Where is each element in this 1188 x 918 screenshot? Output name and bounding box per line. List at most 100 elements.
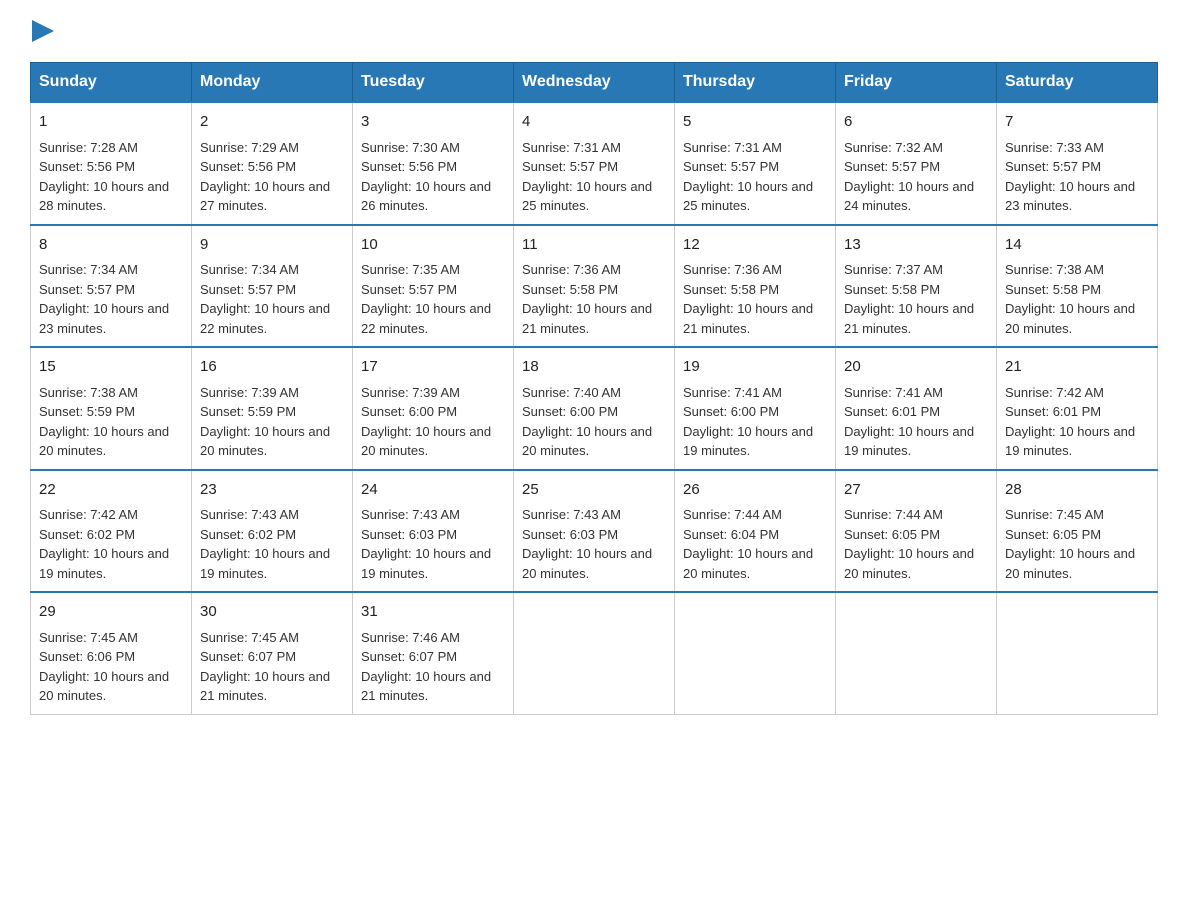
day-info: Sunrise: 7:29 AMSunset: 5:56 PMDaylight:… [200, 140, 330, 214]
day-info: Sunrise: 7:43 AMSunset: 6:03 PMDaylight:… [522, 507, 652, 581]
day-number: 15 [39, 356, 183, 379]
calendar-day-cell: 13 Sunrise: 7:37 AMSunset: 5:58 PMDaylig… [836, 225, 997, 348]
day-info: Sunrise: 7:45 AMSunset: 6:06 PMDaylight:… [39, 630, 169, 704]
calendar-day-cell: 30 Sunrise: 7:45 AMSunset: 6:07 PMDaylig… [192, 592, 353, 714]
day-number: 26 [683, 479, 827, 502]
calendar-header-row: SundayMondayTuesdayWednesdayThursdayFrid… [31, 63, 1158, 103]
day-number: 1 [39, 111, 183, 134]
calendar-day-cell: 29 Sunrise: 7:45 AMSunset: 6:06 PMDaylig… [31, 592, 192, 714]
calendar-day-cell: 18 Sunrise: 7:40 AMSunset: 6:00 PMDaylig… [514, 347, 675, 470]
day-info: Sunrise: 7:39 AMSunset: 6:00 PMDaylight:… [361, 385, 491, 459]
day-info: Sunrise: 7:31 AMSunset: 5:57 PMDaylight:… [683, 140, 813, 214]
day-number: 31 [361, 601, 505, 624]
day-info: Sunrise: 7:28 AMSunset: 5:56 PMDaylight:… [39, 140, 169, 214]
calendar-day-cell: 19 Sunrise: 7:41 AMSunset: 6:00 PMDaylig… [675, 347, 836, 470]
day-info: Sunrise: 7:42 AMSunset: 6:01 PMDaylight:… [1005, 385, 1135, 459]
calendar-day-cell: 11 Sunrise: 7:36 AMSunset: 5:58 PMDaylig… [514, 225, 675, 348]
day-number: 19 [683, 356, 827, 379]
day-number: 10 [361, 234, 505, 257]
day-number: 11 [522, 234, 666, 257]
day-number: 30 [200, 601, 344, 624]
calendar-day-cell: 9 Sunrise: 7:34 AMSunset: 5:57 PMDayligh… [192, 225, 353, 348]
calendar-day-cell: 24 Sunrise: 7:43 AMSunset: 6:03 PMDaylig… [353, 470, 514, 593]
day-info: Sunrise: 7:30 AMSunset: 5:56 PMDaylight:… [361, 140, 491, 214]
day-info: Sunrise: 7:46 AMSunset: 6:07 PMDaylight:… [361, 630, 491, 704]
calendar-day-cell: 25 Sunrise: 7:43 AMSunset: 6:03 PMDaylig… [514, 470, 675, 593]
day-of-week-header: Friday [836, 63, 997, 103]
logo [30, 20, 54, 42]
calendar-day-cell: 8 Sunrise: 7:34 AMSunset: 5:57 PMDayligh… [31, 225, 192, 348]
day-info: Sunrise: 7:38 AMSunset: 5:59 PMDaylight:… [39, 385, 169, 459]
calendar-day-cell: 16 Sunrise: 7:39 AMSunset: 5:59 PMDaylig… [192, 347, 353, 470]
day-number: 29 [39, 601, 183, 624]
day-info: Sunrise: 7:44 AMSunset: 6:04 PMDaylight:… [683, 507, 813, 581]
day-of-week-header: Wednesday [514, 63, 675, 103]
calendar-week-row: 22 Sunrise: 7:42 AMSunset: 6:02 PMDaylig… [31, 470, 1158, 593]
day-info: Sunrise: 7:41 AMSunset: 6:00 PMDaylight:… [683, 385, 813, 459]
day-of-week-header: Monday [192, 63, 353, 103]
day-number: 8 [39, 234, 183, 257]
day-number: 3 [361, 111, 505, 134]
calendar-day-cell: 31 Sunrise: 7:46 AMSunset: 6:07 PMDaylig… [353, 592, 514, 714]
calendar-day-cell: 15 Sunrise: 7:38 AMSunset: 5:59 PMDaylig… [31, 347, 192, 470]
day-number: 12 [683, 234, 827, 257]
day-info: Sunrise: 7:45 AMSunset: 6:07 PMDaylight:… [200, 630, 330, 704]
calendar-day-cell: 20 Sunrise: 7:41 AMSunset: 6:01 PMDaylig… [836, 347, 997, 470]
calendar-day-cell: 22 Sunrise: 7:42 AMSunset: 6:02 PMDaylig… [31, 470, 192, 593]
day-info: Sunrise: 7:34 AMSunset: 5:57 PMDaylight:… [39, 262, 169, 336]
day-info: Sunrise: 7:36 AMSunset: 5:58 PMDaylight:… [683, 262, 813, 336]
day-number: 7 [1005, 111, 1149, 134]
day-info: Sunrise: 7:31 AMSunset: 5:57 PMDaylight:… [522, 140, 652, 214]
day-number: 24 [361, 479, 505, 502]
day-info: Sunrise: 7:44 AMSunset: 6:05 PMDaylight:… [844, 507, 974, 581]
day-number: 18 [522, 356, 666, 379]
day-of-week-header: Saturday [997, 63, 1158, 103]
day-info: Sunrise: 7:40 AMSunset: 6:00 PMDaylight:… [522, 385, 652, 459]
day-info: Sunrise: 7:33 AMSunset: 5:57 PMDaylight:… [1005, 140, 1135, 214]
calendar-day-cell [514, 592, 675, 714]
calendar-day-cell [997, 592, 1158, 714]
calendar-day-cell: 1 Sunrise: 7:28 AMSunset: 5:56 PMDayligh… [31, 102, 192, 225]
day-of-week-header: Thursday [675, 63, 836, 103]
calendar-day-cell: 26 Sunrise: 7:44 AMSunset: 6:04 PMDaylig… [675, 470, 836, 593]
day-info: Sunrise: 7:36 AMSunset: 5:58 PMDaylight:… [522, 262, 652, 336]
calendar-day-cell: 23 Sunrise: 7:43 AMSunset: 6:02 PMDaylig… [192, 470, 353, 593]
day-number: 25 [522, 479, 666, 502]
day-number: 16 [200, 356, 344, 379]
calendar-day-cell: 14 Sunrise: 7:38 AMSunset: 5:58 PMDaylig… [997, 225, 1158, 348]
day-number: 5 [683, 111, 827, 134]
calendar-day-cell: 5 Sunrise: 7:31 AMSunset: 5:57 PMDayligh… [675, 102, 836, 225]
calendar-day-cell: 4 Sunrise: 7:31 AMSunset: 5:57 PMDayligh… [514, 102, 675, 225]
calendar-day-cell: 10 Sunrise: 7:35 AMSunset: 5:57 PMDaylig… [353, 225, 514, 348]
day-info: Sunrise: 7:32 AMSunset: 5:57 PMDaylight:… [844, 140, 974, 214]
calendar-day-cell: 12 Sunrise: 7:36 AMSunset: 5:58 PMDaylig… [675, 225, 836, 348]
day-info: Sunrise: 7:42 AMSunset: 6:02 PMDaylight:… [39, 507, 169, 581]
day-of-week-header: Sunday [31, 63, 192, 103]
day-info: Sunrise: 7:41 AMSunset: 6:01 PMDaylight:… [844, 385, 974, 459]
day-number: 13 [844, 234, 988, 257]
day-info: Sunrise: 7:38 AMSunset: 5:58 PMDaylight:… [1005, 262, 1135, 336]
day-number: 9 [200, 234, 344, 257]
day-info: Sunrise: 7:34 AMSunset: 5:57 PMDaylight:… [200, 262, 330, 336]
day-number: 17 [361, 356, 505, 379]
calendar-day-cell: 17 Sunrise: 7:39 AMSunset: 6:00 PMDaylig… [353, 347, 514, 470]
day-number: 20 [844, 356, 988, 379]
calendar-week-row: 8 Sunrise: 7:34 AMSunset: 5:57 PMDayligh… [31, 225, 1158, 348]
day-info: Sunrise: 7:43 AMSunset: 6:02 PMDaylight:… [200, 507, 330, 581]
day-number: 4 [522, 111, 666, 134]
calendar-day-cell: 7 Sunrise: 7:33 AMSunset: 5:57 PMDayligh… [997, 102, 1158, 225]
day-info: Sunrise: 7:35 AMSunset: 5:57 PMDaylight:… [361, 262, 491, 336]
day-info: Sunrise: 7:39 AMSunset: 5:59 PMDaylight:… [200, 385, 330, 459]
day-of-week-header: Tuesday [353, 63, 514, 103]
day-number: 2 [200, 111, 344, 134]
day-number: 22 [39, 479, 183, 502]
day-info: Sunrise: 7:43 AMSunset: 6:03 PMDaylight:… [361, 507, 491, 581]
day-info: Sunrise: 7:37 AMSunset: 5:58 PMDaylight:… [844, 262, 974, 336]
calendar-week-row: 29 Sunrise: 7:45 AMSunset: 6:06 PMDaylig… [31, 592, 1158, 714]
day-number: 23 [200, 479, 344, 502]
day-number: 21 [1005, 356, 1149, 379]
calendar-day-cell: 28 Sunrise: 7:45 AMSunset: 6:05 PMDaylig… [997, 470, 1158, 593]
day-number: 28 [1005, 479, 1149, 502]
day-number: 14 [1005, 234, 1149, 257]
calendar-week-row: 1 Sunrise: 7:28 AMSunset: 5:56 PMDayligh… [31, 102, 1158, 225]
